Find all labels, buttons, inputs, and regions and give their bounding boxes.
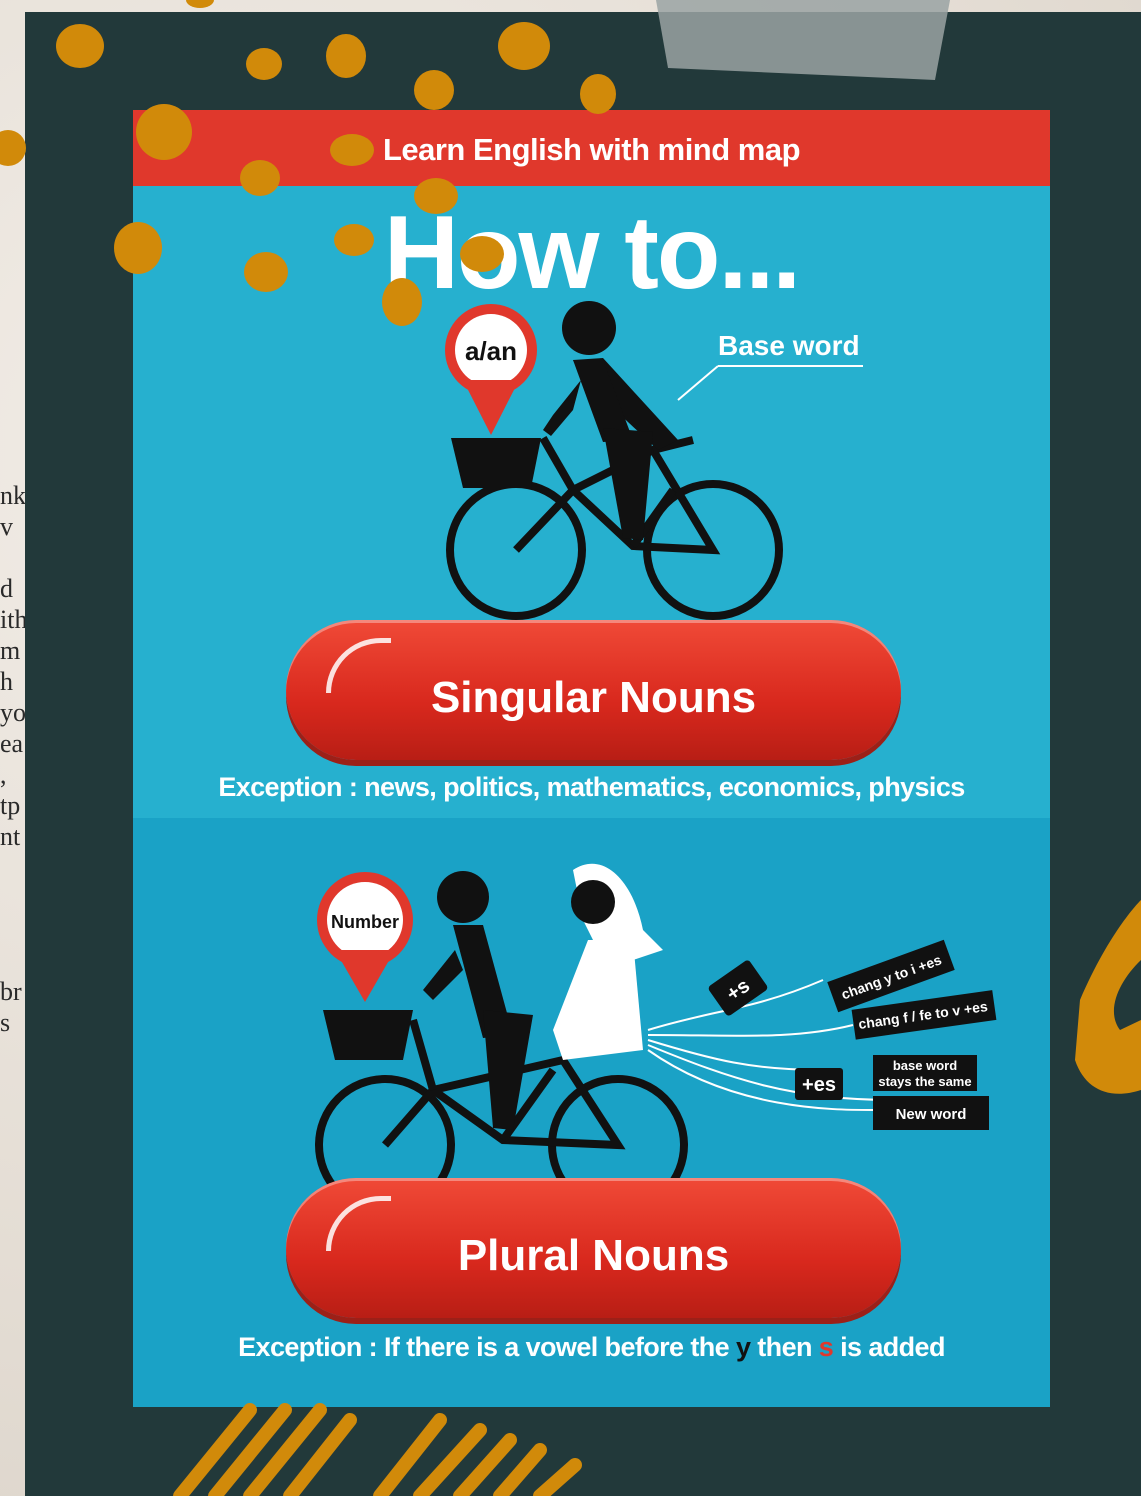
orange-brush-stroke-right: [1075, 900, 1141, 1094]
orange-dots-decoration: [0, 0, 616, 326]
decorative-overlay: [0, 0, 1141, 1496]
orange-brush-stroke-bottom: [173, 1403, 582, 1496]
